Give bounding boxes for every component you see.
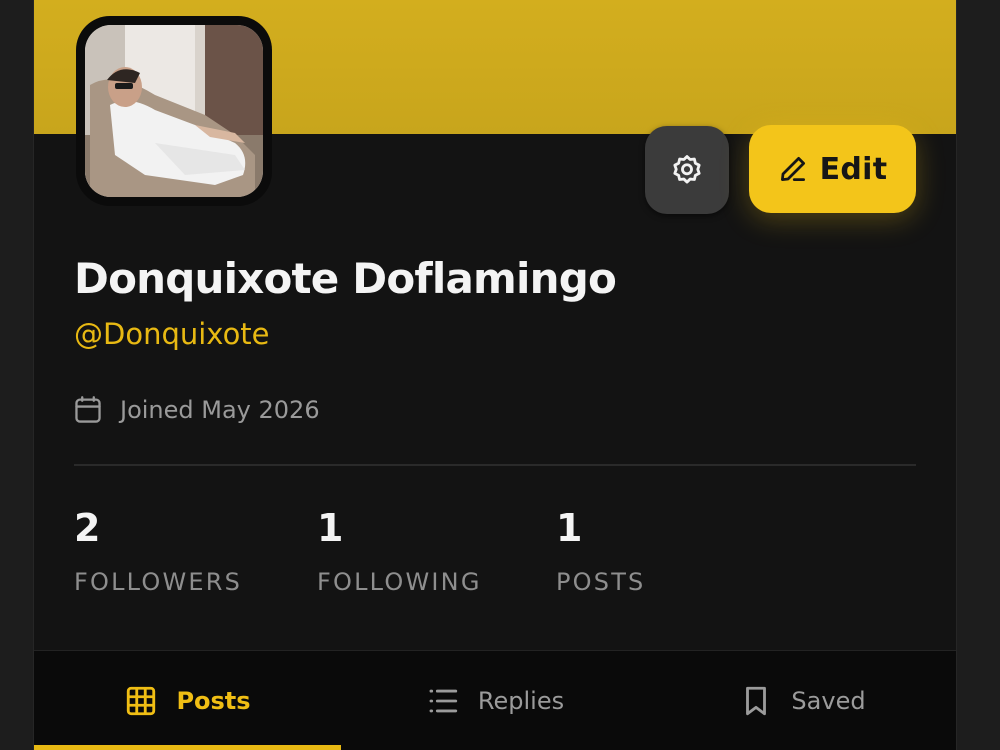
stat-followers[interactable]: 2 FOLLOWERS bbox=[74, 500, 242, 596]
left-edge-panel bbox=[0, 0, 34, 750]
profile-name: Donquixote Doflamingo bbox=[74, 254, 617, 303]
posts-label: POSTS bbox=[556, 568, 646, 596]
divider bbox=[74, 464, 916, 466]
settings-button[interactable] bbox=[645, 126, 729, 214]
profile-card: Edit Donquixote Doflamingo @Donquixote J… bbox=[34, 0, 956, 750]
avatar-image bbox=[85, 25, 263, 197]
pencil-icon bbox=[780, 157, 805, 181]
following-count: 1 bbox=[317, 506, 344, 550]
tab-saved[interactable]: Saved bbox=[649, 651, 956, 750]
profile-handle: @Donquixote bbox=[74, 317, 270, 351]
tab-saved-label: Saved bbox=[791, 687, 866, 715]
following-label: FOLLOWING bbox=[317, 568, 482, 596]
list-icon bbox=[429, 689, 458, 713]
grid-icon bbox=[127, 686, 156, 716]
joined-date: Joined May 2026 bbox=[74, 395, 320, 425]
active-tab-indicator bbox=[34, 745, 341, 750]
edit-button-label: Edit bbox=[819, 151, 888, 187]
right-edge-panel bbox=[956, 0, 1000, 750]
followers-label: FOLLOWERS bbox=[74, 568, 243, 596]
tab-posts-label: Posts bbox=[176, 687, 251, 715]
bookmark-icon bbox=[746, 686, 767, 716]
followers-count: 2 bbox=[74, 506, 101, 550]
profile-tabs: Posts Replies Saved bbox=[34, 650, 956, 750]
stat-posts[interactable]: 1 POSTS bbox=[556, 500, 646, 596]
avatar[interactable] bbox=[76, 16, 272, 206]
joined-text: Joined May 2026 bbox=[120, 396, 320, 424]
posts-count: 1 bbox=[556, 506, 583, 550]
tab-posts[interactable]: Posts bbox=[34, 651, 341, 750]
edit-profile-button[interactable]: Edit bbox=[749, 125, 916, 213]
settings-gear-icon bbox=[673, 155, 701, 184]
tab-replies[interactable]: Replies bbox=[341, 651, 649, 750]
calendar-icon bbox=[75, 396, 101, 423]
stat-following[interactable]: 1 FOLLOWING bbox=[317, 500, 482, 596]
tab-replies-label: Replies bbox=[477, 687, 565, 715]
